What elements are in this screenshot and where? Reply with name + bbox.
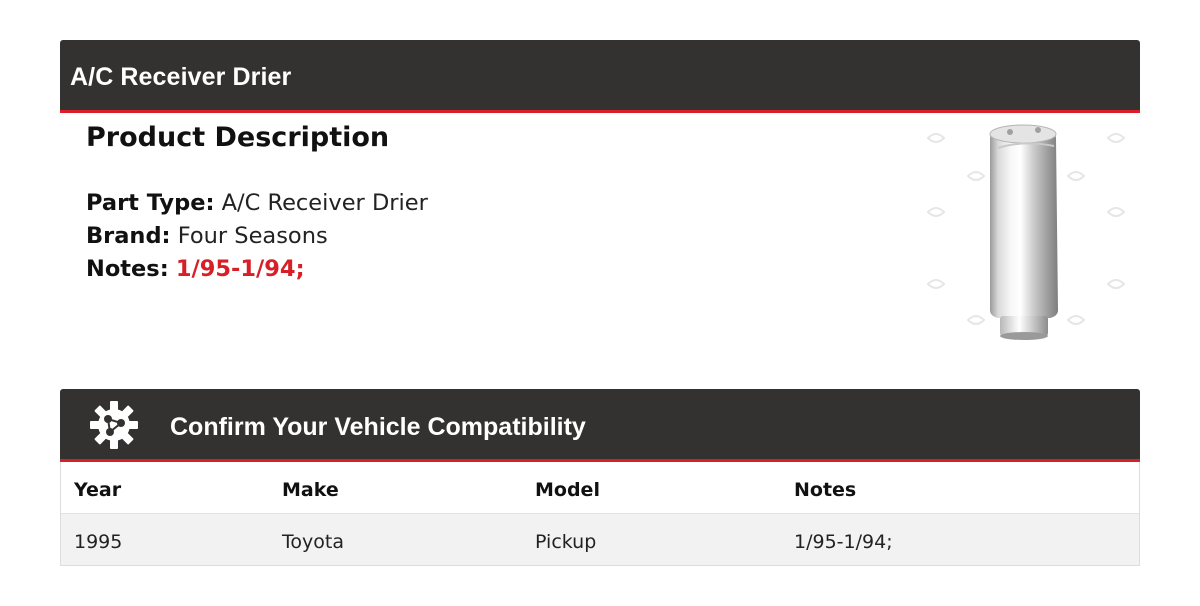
cell-year: 1995 [74, 531, 123, 553]
column-header-make: Make [282, 479, 339, 501]
product-image[interactable] [918, 120, 1138, 345]
compatibility-table: Year Make Model Notes 1995 Toyota Pickup… [60, 462, 1140, 566]
table-header-row: Year Make Model Notes [61, 462, 1139, 513]
product-description-heading: Product Description [86, 122, 390, 153]
brand-value: Four Seasons [177, 223, 328, 249]
product-header-bar: A/C Receiver Drier [60, 40, 1140, 113]
cell-notes: 1/95-1/94; [794, 531, 893, 553]
notes-line: Notes: 1/95-1/94; [86, 256, 305, 282]
column-header-year: Year [74, 479, 122, 501]
notes-label: Notes: [86, 256, 169, 282]
cell-make: Toyota [282, 531, 344, 553]
cell-model: Pickup [535, 531, 597, 553]
column-header-notes: Notes [794, 479, 857, 501]
table-row: 1995 Toyota Pickup 1/95-1/94; [61, 513, 1139, 565]
gear-icon [88, 399, 140, 451]
notes-value: 1/95-1/94; [175, 256, 305, 282]
brand-line: Brand: Four Seasons [86, 223, 328, 249]
brand-label: Brand: [86, 223, 171, 249]
part-type-value: A/C Receiver Drier [221, 190, 428, 216]
column-header-model: Model [535, 479, 600, 501]
receiver-drier-image [926, 124, 1126, 340]
compatibility-title: Confirm Your Vehicle Compatibility [170, 413, 586, 441]
page-title: A/C Receiver Drier [70, 63, 292, 91]
compatibility-header-bar: Confirm Your Vehicle Compatibility [60, 389, 1140, 462]
part-type-label: Part Type: [86, 190, 215, 216]
part-type-line: Part Type: A/C Receiver Drier [86, 190, 428, 216]
